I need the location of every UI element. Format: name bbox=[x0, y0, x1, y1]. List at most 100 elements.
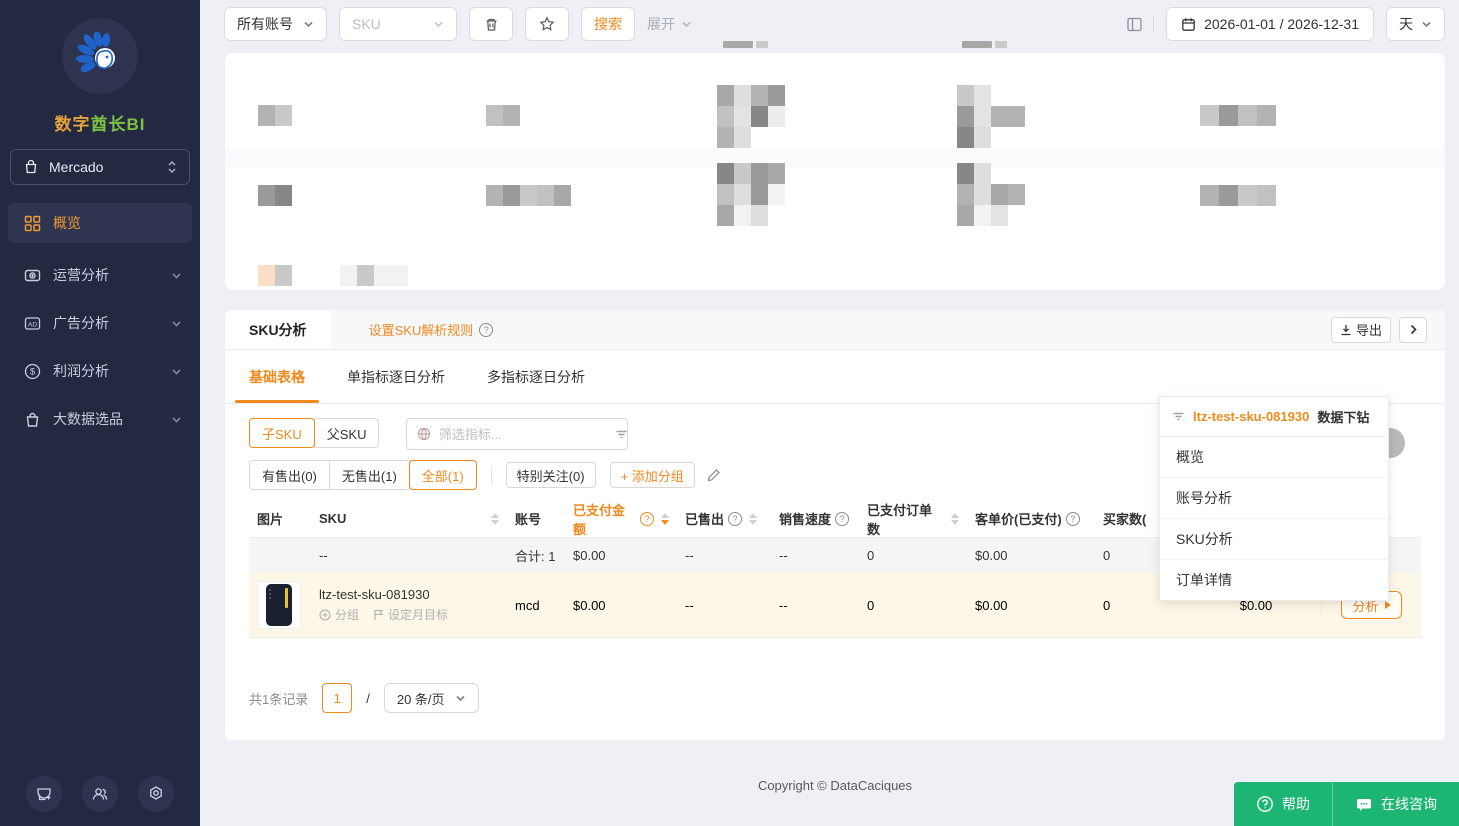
drilldown-menu-header: ltz-test-sku-081930 数据下钻 bbox=[1160, 397, 1388, 437]
sort-icon[interactable] bbox=[951, 513, 959, 525]
header-sold[interactable]: 已售出 ? bbox=[677, 509, 771, 528]
parent-sku-toggle[interactable]: 父SKU bbox=[314, 418, 380, 448]
filter-no-sales[interactable]: 无售出(1) bbox=[329, 460, 410, 490]
store-selector[interactable]: Mercado bbox=[10, 149, 190, 185]
help-button[interactable]: 帮助 bbox=[1234, 782, 1333, 826]
phone-image bbox=[266, 584, 292, 626]
sidebar-nav: 概览 运营分析 AD 广告分析 bbox=[0, 199, 200, 443]
chevron-down-icon bbox=[1421, 19, 1432, 30]
page-size-select[interactable]: 20 条/页 bbox=[384, 683, 479, 713]
question-circle-icon: ? bbox=[640, 512, 654, 526]
content: SKU分析 设置SKU解析规则 ? 导出 bbox=[200, 53, 1459, 793]
header-sku[interactable]: SKU bbox=[311, 511, 507, 526]
special-focus-filter[interactable]: 特别关注(0) bbox=[506, 462, 596, 488]
svg-text:AD: AD bbox=[28, 321, 37, 328]
menu-item-order-details[interactable]: 订单详情 bbox=[1160, 560, 1388, 600]
question-circle-icon: ? bbox=[1066, 512, 1080, 526]
top-toolbar: 所有账号 SKU 搜索 bbox=[200, 0, 1459, 48]
favorite-button[interactable] bbox=[525, 7, 569, 41]
sku-card-actions: 导出 bbox=[1331, 317, 1445, 343]
filter-with-sales[interactable]: 有售出(0) bbox=[249, 460, 330, 490]
layout-panel-icon[interactable] bbox=[1126, 16, 1143, 33]
menu-item-sku-analysis[interactable]: SKU分析 bbox=[1160, 519, 1388, 560]
sidebar-footer bbox=[0, 776, 200, 826]
collapse-right-button[interactable] bbox=[1399, 317, 1427, 343]
redacted-divider bbox=[225, 148, 1445, 167]
bag-icon bbox=[24, 411, 41, 428]
play-arrow-icon bbox=[1385, 601, 1391, 609]
sidebar-item-profit[interactable]: $ 利润分析 bbox=[0, 347, 200, 395]
sidebar-item-operations[interactable]: 运营分析 bbox=[0, 251, 200, 299]
redacted-block bbox=[1200, 105, 1276, 126]
sidebar-item-overview[interactable]: 概览 bbox=[8, 203, 192, 243]
date-range-button[interactable]: 2026-01-01 / 2026-12-31 bbox=[1166, 7, 1374, 41]
sidebar-item-bigdata[interactable]: 大数据选品 bbox=[0, 395, 200, 443]
header-image: 图片 bbox=[249, 509, 311, 528]
ad-icon: AD bbox=[24, 315, 41, 332]
chevron-right-icon bbox=[1408, 324, 1419, 335]
add-to-group-action[interactable]: 分组 bbox=[319, 606, 359, 623]
redacted-block bbox=[717, 163, 785, 226]
clear-filters-button[interactable] bbox=[469, 7, 513, 41]
edit-pencil-icon[interactable] bbox=[707, 468, 721, 482]
account-filter-value: 所有账号 bbox=[237, 14, 293, 34]
chevron-down-icon bbox=[171, 414, 182, 425]
users-button[interactable] bbox=[82, 776, 118, 812]
export-button[interactable]: 导出 bbox=[1331, 317, 1391, 343]
search-button[interactable]: 搜索 bbox=[581, 7, 635, 41]
chevron-down-icon bbox=[171, 318, 182, 329]
account-filter-select[interactable]: 所有账号 bbox=[224, 7, 327, 41]
store-manage-button[interactable] bbox=[26, 776, 62, 812]
redacted-block bbox=[340, 265, 408, 286]
tab-label: 基础表格 bbox=[249, 367, 305, 387]
question-circle-icon: ? bbox=[479, 323, 493, 337]
header-orders[interactable]: 已支付订单数 bbox=[859, 500, 967, 538]
sku-parse-rules-label: 设置SKU解析规则 bbox=[369, 320, 474, 339]
set-monthly-target-action[interactable]: 设定月目标 bbox=[373, 606, 448, 623]
redacted-block bbox=[957, 85, 1025, 148]
online-chat-button[interactable]: 在线咨询 bbox=[1333, 782, 1459, 826]
expand-toggle[interactable]: 展开 bbox=[647, 14, 692, 34]
drilldown-menu: ltz-test-sku-081930 数据下钻 概览 账号分析 SKU分析 订… bbox=[1159, 396, 1389, 601]
filter-all[interactable]: 全部(1) bbox=[409, 460, 477, 490]
child-sku-toggle[interactable]: 子SKU bbox=[249, 418, 315, 448]
page-number-button[interactable]: 1 bbox=[322, 683, 352, 713]
overview-card bbox=[225, 53, 1445, 290]
header-paid-amount[interactable]: 已支付金额 ? bbox=[565, 500, 677, 538]
tab-multi-metric-daily[interactable]: 多指标逐日分析 bbox=[487, 350, 585, 403]
tab-label: 单指标逐日分析 bbox=[347, 367, 445, 387]
grid-icon bbox=[24, 215, 41, 232]
sidebar-item-ads[interactable]: AD 广告分析 bbox=[0, 299, 200, 347]
sort-icon[interactable] bbox=[749, 513, 757, 525]
redacted-block bbox=[957, 163, 1025, 226]
search-button-label: 搜索 bbox=[594, 14, 622, 34]
sku-card-title-tab[interactable]: SKU分析 bbox=[225, 310, 331, 349]
brand-title: 数字酋长BI bbox=[0, 110, 200, 135]
header-avg-price[interactable]: 客单价(已支付) ? bbox=[967, 509, 1095, 528]
sort-icon[interactable] bbox=[661, 513, 669, 525]
sort-icon[interactable] bbox=[491, 513, 499, 525]
tab-basic-table[interactable]: 基础表格 bbox=[249, 350, 305, 403]
help-bar: 帮助 在线咨询 bbox=[1234, 782, 1459, 826]
menu-item-account-analysis[interactable]: 账号分析 bbox=[1160, 478, 1388, 519]
filter-divider bbox=[491, 466, 492, 484]
menu-item-overview[interactable]: 概览 bbox=[1160, 437, 1388, 478]
tab-label: 多指标逐日分析 bbox=[487, 367, 585, 387]
sku-parse-rules-link[interactable]: 设置SKU解析规则 ? bbox=[369, 320, 494, 339]
chevron-down-icon bbox=[303, 19, 314, 30]
sku-type-toggle: 子SKU 父SKU bbox=[249, 418, 379, 448]
dollar-circle-icon: $ bbox=[24, 363, 41, 380]
add-group-button[interactable]: + 添加分组 bbox=[610, 462, 695, 488]
brand-logo-icon bbox=[62, 18, 138, 94]
tab-single-metric-daily[interactable]: 单指标逐日分析 bbox=[347, 350, 445, 403]
sku-filter-select[interactable]: SKU bbox=[339, 7, 457, 41]
globe-icon bbox=[417, 427, 431, 441]
page-size-value: 20 条/页 bbox=[397, 689, 445, 708]
metric-filter-input[interactable] bbox=[439, 427, 615, 442]
sidebar-item-label: 广告分析 bbox=[53, 313, 171, 333]
header-speed[interactable]: 销售速度 ? bbox=[771, 509, 859, 528]
settings-button[interactable] bbox=[138, 776, 174, 812]
sku-name[interactable]: ltz-test-sku-081930 bbox=[319, 587, 430, 602]
granularity-select[interactable]: 天 bbox=[1386, 7, 1445, 41]
sale-status-filter: 有售出(0) 无售出(1) 全部(1) bbox=[249, 460, 477, 490]
